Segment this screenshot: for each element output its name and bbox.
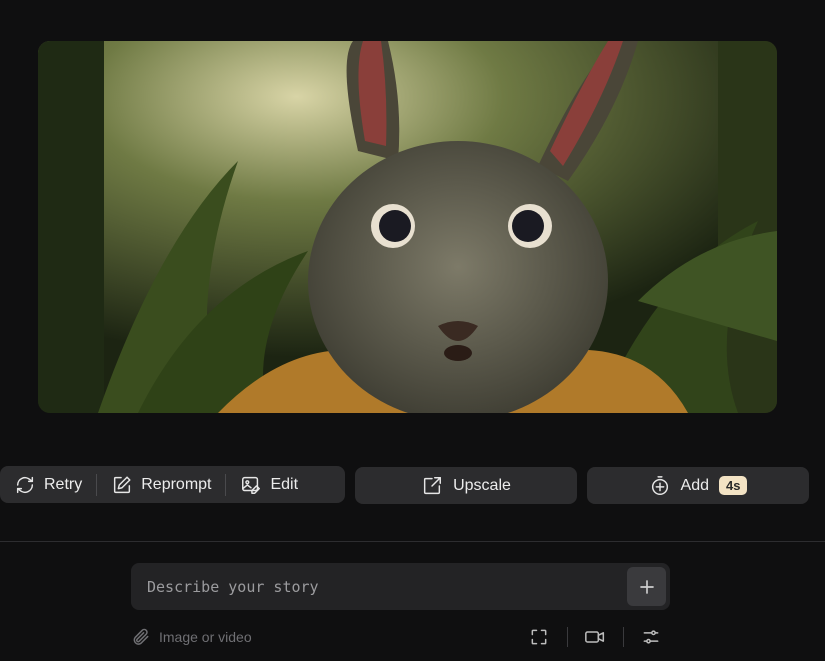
attach-media-button[interactable]: Image or video [131,622,252,652]
retry-button[interactable]: Retry [0,466,96,503]
timer-plus-icon [649,475,671,497]
section-divider [0,541,825,542]
sliders-icon [641,627,661,647]
reprompt-label: Reprompt [141,475,212,493]
pencil-square-icon [111,474,133,496]
upscale-label: Upscale [453,476,511,494]
duration-badge: 4s [719,476,748,495]
toolbar-divider [623,627,624,647]
upscale-button[interactable]: Upscale [355,467,577,504]
settings-button[interactable] [641,622,661,652]
attach-label: Image or video [159,629,252,645]
add-time-button[interactable]: Add 4s [587,467,809,504]
edit-label: Edit [270,475,299,493]
edit-actions-group: Retry Reprompt Edit [0,466,345,503]
aspect-ratio-button[interactable] [529,622,549,652]
reprompt-button[interactable]: Reprompt [97,466,225,503]
image-edit-icon [240,474,262,496]
external-upscale-icon [421,475,443,497]
retry-icon [14,474,36,496]
video-preview[interactable] [38,41,777,413]
add-label: Add [680,476,709,494]
prompt-composer [131,563,670,610]
video-mode-button[interactable] [584,622,606,652]
plus-icon [638,578,656,596]
frame-corners-icon [529,627,549,647]
edit-button[interactable]: Edit [226,466,312,503]
video-camera-icon [584,627,606,647]
retry-label: Retry [44,475,83,493]
submit-button[interactable] [627,567,666,606]
paperclip-icon [131,627,151,647]
prompt-input[interactable] [131,563,611,610]
toolbar-divider [567,627,568,647]
preview-image [38,41,777,413]
